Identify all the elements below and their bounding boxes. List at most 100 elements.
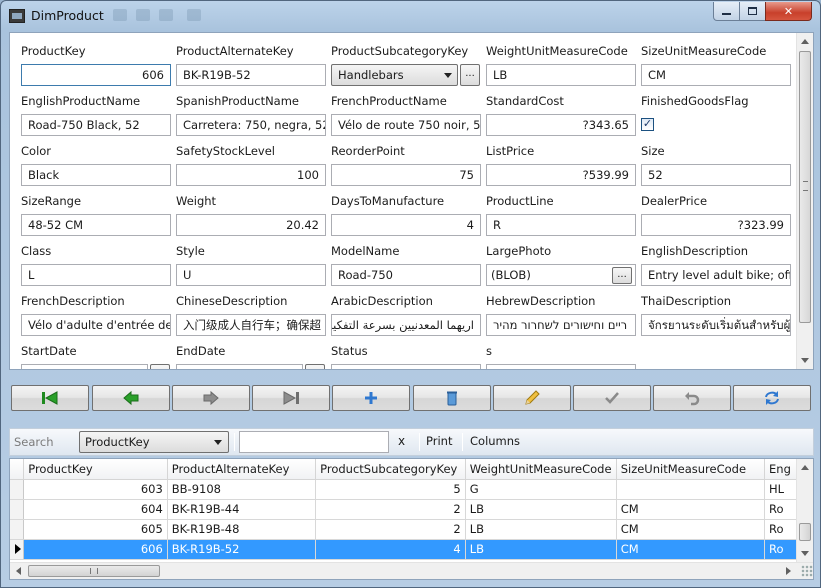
row-header[interactable] [10, 519, 25, 540]
scroll-thumb[interactable] [799, 51, 811, 323]
french-product-name-input[interactable]: Vélo de route 750 noir, 52 [331, 114, 481, 136]
save-record-button[interactable] [573, 385, 651, 411]
form-vertical-scrollbar[interactable] [796, 33, 813, 369]
style-input[interactable]: U [176, 264, 326, 286]
table-cell[interactable]: 4 [315, 539, 466, 560]
last-record-button[interactable] [252, 385, 330, 411]
large-photo-input[interactable]: (BLOB) ... [486, 264, 636, 286]
table-cell[interactable]: 2 [315, 519, 466, 540]
undo-button[interactable] [653, 385, 731, 411]
table-cell[interactable]: CM [616, 539, 766, 560]
scroll-thumb[interactable] [799, 523, 811, 541]
table-row[interactable]: 604 BK-R19B-44 2 LB CM Ro [10, 499, 813, 520]
table-cell[interactable]: BK-R19B-52 [167, 539, 317, 560]
class-input[interactable]: L [21, 264, 171, 286]
calendar-icon[interactable] [150, 364, 170, 369]
table-cell[interactable]: BB-9108 [167, 479, 317, 500]
days-to-manufacture-input[interactable]: 4 [331, 214, 481, 236]
model-name-input[interactable]: Road-750 [331, 264, 481, 286]
scroll-up-icon[interactable] [801, 465, 809, 470]
product-subcategory-lookup-button[interactable]: ... [460, 64, 480, 86]
previous-record-button[interactable] [92, 385, 170, 411]
product-line-input[interactable]: R [486, 214, 636, 236]
weight-input[interactable]: 20.42 [176, 214, 326, 236]
table-cell[interactable]: CM [616, 519, 766, 540]
column-header[interactable]: SizeUnitMeasureCode [616, 459, 766, 480]
first-record-button[interactable] [11, 385, 89, 411]
delete-record-button[interactable] [413, 385, 491, 411]
row-header[interactable] [10, 539, 25, 560]
large-photo-browse-button[interactable]: ... [612, 267, 632, 284]
table-cell[interactable]: LB [465, 539, 617, 560]
table-cell[interactable]: CM [616, 499, 766, 520]
scroll-right-icon[interactable] [786, 567, 791, 575]
table-cell[interactable]: 5 [315, 479, 466, 500]
clear-search-button[interactable]: x [398, 434, 405, 448]
size-range-input[interactable]: 48-52 CM [21, 214, 171, 236]
table-cell[interactable] [616, 479, 766, 500]
size-unit-measure-code-input[interactable]: CM [641, 64, 791, 86]
table-row[interactable]: 603 BB-9108 5 G HL [10, 479, 813, 500]
row-header[interactable] [10, 479, 25, 500]
table-cell[interactable]: BK-R19B-48 [167, 519, 317, 540]
columns-button[interactable]: Columns [470, 434, 520, 448]
table-cell[interactable]: 2 [315, 499, 466, 520]
scroll-up-icon[interactable] [801, 39, 809, 44]
table-cell[interactable]: 604 [23, 499, 168, 520]
product-key-input[interactable]: 606 [21, 64, 171, 86]
column-header[interactable]: ProductKey [23, 459, 168, 480]
table-cell[interactable]: 603 [23, 479, 168, 500]
scroll-thumb[interactable] [28, 565, 160, 577]
next-record-button[interactable] [172, 385, 250, 411]
refresh-button[interactable] [733, 385, 811, 411]
product-alternate-key-input[interactable]: BK-R19B-52 [176, 64, 326, 86]
row-header[interactable] [10, 499, 25, 520]
table-row[interactable]: 605 BK-R19B-48 2 LB CM Ro [10, 519, 813, 540]
finished-goods-flag-checkbox[interactable]: ✓ [641, 118, 654, 131]
arabic-description-input[interactable]: اريهما المعدنيين بسرعة التفكيك [331, 314, 481, 336]
table-cell[interactable]: G [465, 479, 617, 500]
status-input[interactable] [331, 364, 481, 369]
maximize-button[interactable] [739, 2, 766, 21]
print-button[interactable]: Print [426, 434, 452, 448]
column-header[interactable]: ProductAlternateKey [167, 459, 317, 480]
table-cell[interactable]: 606 [23, 539, 168, 560]
size-input[interactable]: 52 [641, 164, 791, 186]
color-input[interactable]: Black [21, 164, 171, 186]
table-cell[interactable]: LB [465, 499, 617, 520]
add-record-button[interactable] [332, 385, 410, 411]
search-column-select[interactable]: ProductKey [79, 431, 229, 453]
table-cell[interactable]: 605 [23, 519, 168, 540]
edit-record-button[interactable] [493, 385, 571, 411]
scroll-down-icon[interactable] [801, 358, 809, 363]
thai-description-input[interactable]: จักรยานระดับเริ่มต้นสำหรับผู้ใ [641, 314, 791, 336]
english-product-name-input[interactable]: Road-750 Black, 52 [21, 114, 171, 136]
spanish-product-name-input[interactable]: Carretera: 750, negra, 52 [176, 114, 326, 136]
s-input[interactable] [486, 364, 636, 369]
list-price-input[interactable]: ?539.99 [486, 164, 636, 186]
dealer-price-input[interactable]: ?323.99 [641, 214, 791, 236]
english-description-input[interactable]: Entry level adult bike; offer [641, 264, 791, 286]
resize-grip-icon[interactable] [801, 565, 813, 577]
table-cell[interactable]: LB [465, 519, 617, 540]
safety-stock-level-input[interactable]: 100 [176, 164, 326, 186]
end-date-input[interactable] [176, 364, 303, 369]
column-header[interactable]: WeightUnitMeasureCode [465, 459, 617, 480]
calendar-icon[interactable] [305, 364, 325, 369]
table-row-selected[interactable]: 606 BK-R19B-52 4 LB CM Ro [10, 539, 813, 560]
reorder-point-input[interactable]: 75 [331, 164, 481, 186]
scroll-down-icon[interactable] [801, 551, 809, 556]
chinese-description-input[interactable]: 入门级成人自行车；确保超 [176, 314, 326, 336]
minimize-button[interactable] [713, 2, 740, 21]
product-subcategory-key-combo[interactable]: Handlebars [331, 64, 458, 86]
column-header[interactable]: ProductSubcategoryKey [315, 459, 466, 480]
french-description-input[interactable]: Vélo d'adulte d'entrée de g [21, 314, 171, 336]
table-cell[interactable]: BK-R19B-44 [167, 499, 317, 520]
hebrew-description-input[interactable]: ריים וחישורים לשחרור מהיר [486, 314, 636, 336]
search-input[interactable] [239, 431, 389, 453]
start-date-input[interactable] [21, 364, 148, 369]
close-button[interactable]: ✕ [765, 2, 812, 21]
grid-vertical-scrollbar[interactable] [796, 459, 813, 562]
standard-cost-input[interactable]: ?343.65 [486, 114, 636, 136]
weight-unit-measure-code-input[interactable]: LB [486, 64, 636, 86]
